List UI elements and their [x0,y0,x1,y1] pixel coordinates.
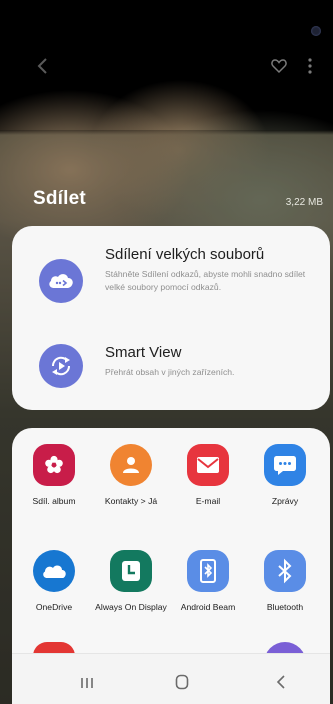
smart-view-icon [39,344,83,388]
featured-share-options-card: Sdílení velkých souborů Stáhněte Sdílení… [12,226,330,410]
clock-icon [110,550,152,592]
app-label: Always On Display [95,602,167,612]
back-arrow-icon[interactable] [36,56,50,76]
app-contacts-me[interactable]: Kontakty > Já [95,444,167,507]
app-onedrive[interactable]: OneDrive [18,550,90,613]
app-label: Bluetooth [266,602,304,612]
app-label: Android Beam [180,602,236,612]
recents-icon[interactable] [80,676,94,688]
large-file-sharing-option[interactable]: Sdílení velkých souborů Stáhněte Sdílení… [12,226,330,326]
app-always-on-display[interactable]: Always On Display [95,550,167,613]
app-label: E-mail [195,496,221,506]
contact-person-icon [110,444,152,486]
home-icon[interactable] [175,674,189,690]
flower-icon [33,444,75,486]
smart-view-title: Smart View [105,344,182,361]
cloud-share-icon [39,259,83,303]
smart-view-option[interactable]: Smart View Přehrát obsah v jiných zaříze… [12,336,330,406]
app-label: OneDrive [35,602,73,612]
front-camera [311,26,321,36]
more-options-icon[interactable] [306,57,314,75]
app-label: Kontakty > Já [104,496,158,506]
app-label: Sdíl. album [32,496,76,506]
smart-view-description: Přehrát obsah v jiných zařízeních. [105,367,235,377]
large-file-sharing-title: Sdílení velkých souborů [105,246,265,263]
app-label: Zprávy [271,496,299,506]
bluetooth-icon [264,550,306,592]
nav-back-icon[interactable] [276,674,286,690]
app-android-beam[interactable]: Android Beam [172,550,244,613]
share-sheet-title: Sdílet [33,188,86,209]
favorite-heart-icon[interactable] [271,58,287,74]
system-navigation-bar [12,653,330,704]
file-size-label: 3,22 MB [285,197,323,208]
large-file-sharing-description: Stáhněte Sdílení odkazů, abyste mohli sn… [105,269,306,292]
app-bluetooth[interactable]: Bluetooth [249,550,321,613]
cloud-icon [33,550,75,592]
app-email[interactable]: E-mail [172,444,244,507]
envelope-icon [187,444,229,486]
beam-icon [187,550,229,592]
app-messages[interactable]: Zprávy [249,444,321,507]
app-shared-album[interactable]: Sdíl. album [18,444,90,507]
chat-bubble-icon [264,444,306,486]
